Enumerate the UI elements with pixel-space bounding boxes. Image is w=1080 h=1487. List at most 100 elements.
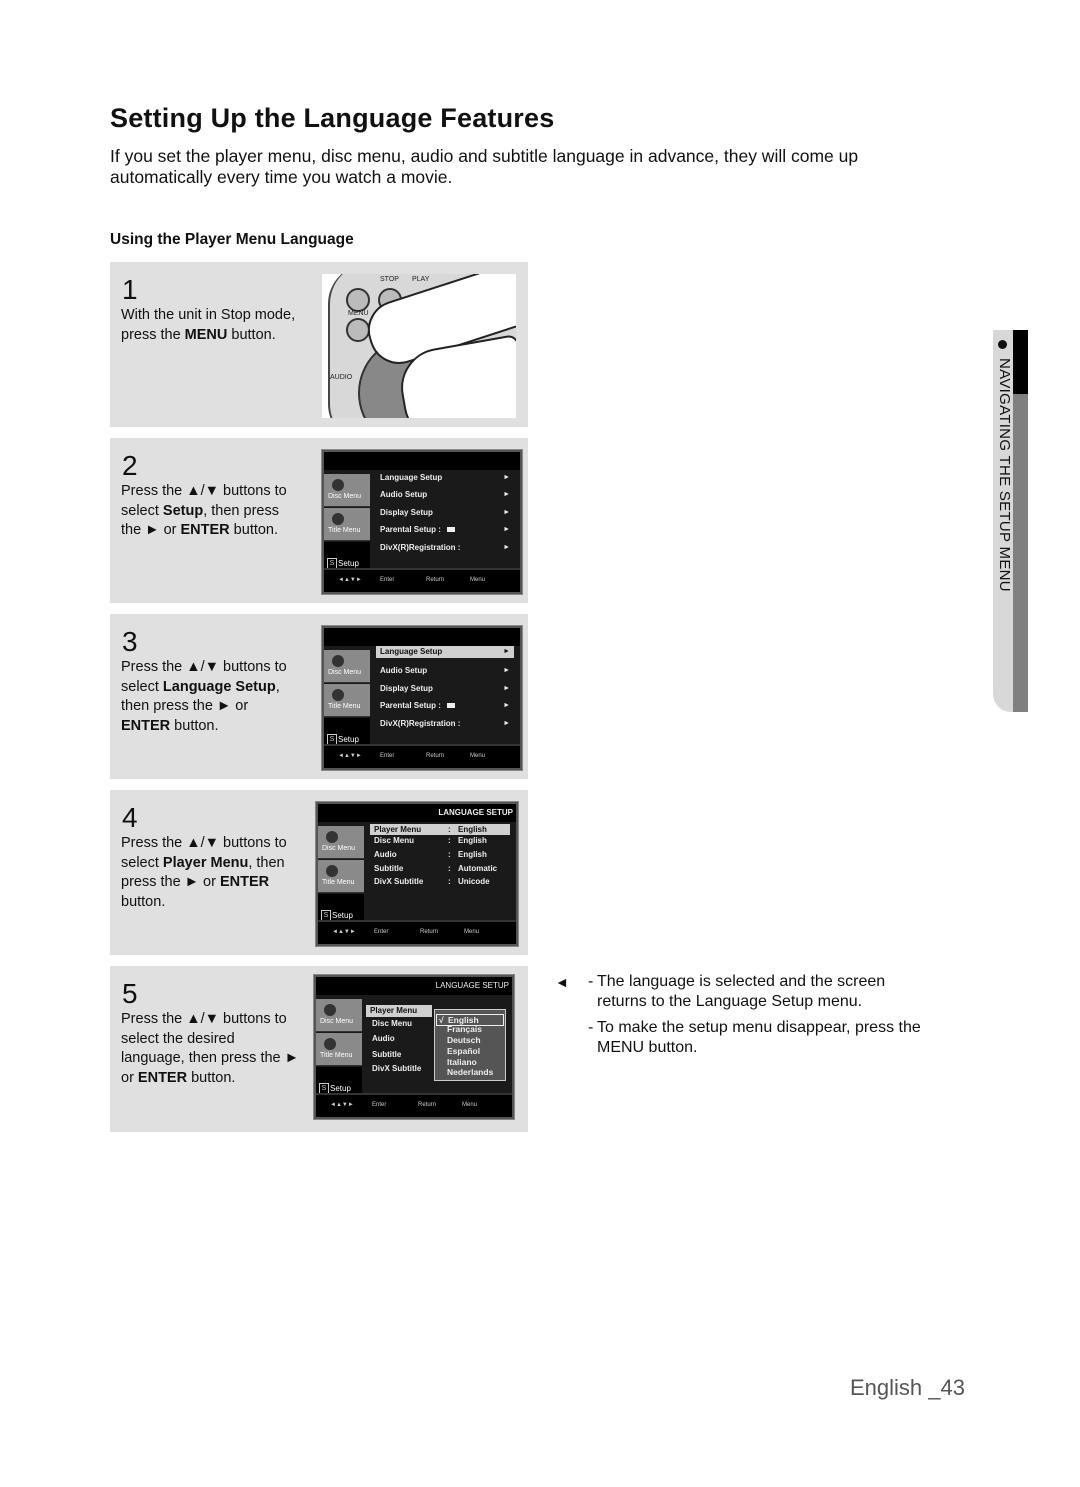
step-text: Press the ▲/▼ buttons to select the desi… bbox=[121, 1011, 300, 1086]
osd-tab-title-menu: Title Menu bbox=[324, 684, 370, 717]
step-1-panel: 1 With the unit in Stop mode, press the … bbox=[110, 262, 528, 427]
menu-item-display-setup[interactable]: Display Setup ► bbox=[376, 681, 514, 697]
arrow-left-icon: ◄ bbox=[555, 974, 569, 990]
arrow-right-icon: ► bbox=[503, 685, 510, 692]
language-option-nederlands[interactable]: Nederlands bbox=[447, 1067, 493, 1077]
menu-item-parental-setup[interactable]: Parental Setup : ► bbox=[376, 522, 514, 538]
title-icon bbox=[324, 1038, 336, 1050]
step-number: 1 bbox=[122, 274, 138, 305]
step-3-panel: 3 Press the ▲/▼ buttons to select Langua… bbox=[110, 614, 528, 779]
enter-hint: Enter bbox=[372, 1102, 387, 1108]
osd-title-bar bbox=[324, 628, 520, 646]
lock-icon bbox=[446, 527, 455, 533]
osd-title-bar: LANGUAGE SETUP bbox=[316, 977, 512, 995]
arrow-right-icon: ► bbox=[503, 544, 510, 551]
page-title: Setting Up the Language Features bbox=[110, 103, 555, 133]
language-select-screen: LANGUAGE SETUP Disc Menu Title Menu S Set… bbox=[314, 975, 514, 1119]
osd-help-bar: ◄▲▼► Enter Return Menu bbox=[324, 568, 520, 592]
language-options-popup: √ English Français Deutsch Español Italia… bbox=[434, 1009, 506, 1081]
checkmark-icon: √ bbox=[439, 1015, 444, 1025]
nav-arrows-icon: ◄▲▼► bbox=[330, 1102, 354, 1108]
page-footer: English _43 bbox=[850, 1375, 965, 1400]
osd-tab-title-menu: Title Menu bbox=[318, 860, 364, 893]
return-hint: Return bbox=[420, 929, 439, 935]
menu-item-audio-setup[interactable]: Audio Setup ► bbox=[376, 487, 514, 503]
language-setup-screen: LANGUAGE SETUP Disc Menu Title Menu S Set… bbox=[316, 802, 518, 946]
menu-item-divx-registration[interactable]: DivX(R)Registration : ► bbox=[376, 540, 514, 556]
arrow-right-icon: ► bbox=[503, 702, 510, 709]
stop-label: STOP bbox=[380, 276, 399, 283]
chapter-tab-label: NAVIGATING THE SETUP MENU bbox=[996, 358, 1013, 592]
menu-item-language-setup[interactable]: Language Setup ► bbox=[376, 470, 514, 486]
note-item: - The language is selected and the screen… bbox=[588, 973, 886, 1010]
arrow-right-icon: ► bbox=[503, 648, 510, 655]
menu-item-divx-registration[interactable]: DivX(R)Registration : ► bbox=[376, 716, 514, 732]
osd-help-bar: ◄▲▼► Enter Return Menu bbox=[324, 744, 520, 768]
enter-hint: Enter bbox=[380, 577, 395, 583]
osd-tab-title-menu: Title Menu bbox=[316, 1033, 362, 1066]
arrow-right-icon: ► bbox=[503, 667, 510, 674]
osd-tab-title-menu: Title Menu bbox=[324, 508, 370, 541]
osd-tab-disc-menu: Disc Menu bbox=[324, 474, 370, 507]
disc-icon bbox=[326, 831, 338, 843]
menu-item-parental-setup[interactable]: Parental Setup : ► bbox=[376, 698, 514, 714]
step-number: 5 bbox=[122, 978, 138, 1009]
menu-button-icon bbox=[346, 318, 370, 342]
skip-back-button-icon bbox=[346, 288, 370, 312]
remote-illustration: STOP PLAY MENU AUDIO bbox=[322, 274, 516, 418]
menu-item-audio-setup[interactable]: Audio Setup ► bbox=[376, 663, 514, 679]
bullet-icon bbox=[998, 340, 1007, 349]
step-4-panel: 4 Press the ▲/▼ buttons to select Player… bbox=[110, 790, 528, 955]
disc-icon bbox=[332, 479, 344, 491]
intro-paragraph: If you set the player menu, disc menu, a… bbox=[110, 146, 859, 187]
language-option-italiano[interactable]: Italiano bbox=[447, 1057, 477, 1067]
osd-title-bar bbox=[324, 452, 520, 470]
return-hint: Return bbox=[418, 1102, 437, 1108]
enter-hint: Enter bbox=[380, 753, 395, 759]
return-hint: Return bbox=[426, 753, 445, 759]
arrow-right-icon: ► bbox=[503, 509, 510, 516]
nav-arrows-icon: ◄▲▼► bbox=[338, 753, 362, 759]
step-number: 4 bbox=[122, 802, 138, 833]
menu-item-display-setup[interactable]: Display Setup ► bbox=[376, 505, 514, 521]
chapter-tab-stripe bbox=[1013, 394, 1028, 712]
language-option-espanol[interactable]: Español bbox=[447, 1046, 480, 1056]
osd-title-bar: LANGUAGE SETUP bbox=[318, 804, 516, 822]
step-number: 2 bbox=[122, 450, 138, 481]
setup-menu-screen: Disc Menu Title Menu S Setup Language Set… bbox=[322, 626, 522, 770]
step-2-panel: 2 Press the ▲/▼ buttons to select Setup,… bbox=[110, 438, 528, 603]
disc-icon bbox=[324, 1004, 336, 1016]
setup-menu-screen: Disc Menu Title Menu S Setup Language Set… bbox=[322, 450, 522, 594]
arrow-right-icon: ► bbox=[503, 474, 510, 481]
title-icon bbox=[326, 865, 338, 877]
osd-tab-disc-menu: Disc Menu bbox=[316, 999, 362, 1032]
language-option-deutsch[interactable]: Deutsch bbox=[447, 1035, 481, 1045]
menu-label: MENU bbox=[348, 310, 369, 317]
arrow-right-icon: ► bbox=[503, 491, 510, 498]
arrow-right-icon: ► bbox=[503, 526, 510, 533]
osd-tab-disc-menu: Disc Menu bbox=[318, 826, 364, 859]
arrow-right-icon: ► bbox=[503, 720, 510, 727]
setting-divx-subtitle[interactable]: DivX Subtitle: Unicode bbox=[370, 874, 510, 890]
step-text: With the unit in Stop mode, press the ME… bbox=[121, 307, 296, 343]
osd-help-bar: ◄▲▼► Enter Return Menu bbox=[316, 1093, 512, 1117]
enter-hint: Enter bbox=[374, 929, 389, 935]
chapter-tab-label-wrap: NAVIGATING THE SETUP MENU bbox=[993, 330, 1013, 712]
step-5-panel: 5 Press the ▲/▼ buttons to select the de… bbox=[110, 966, 528, 1132]
menu-hint: Menu bbox=[470, 753, 486, 759]
note-item: - To make the setup menu disappear, press… bbox=[588, 1019, 921, 1056]
section-subheading: Using the Player Menu Language bbox=[110, 231, 354, 248]
osd-tab-disc-menu: Disc Menu bbox=[324, 650, 370, 683]
language-option-francais[interactable]: Français bbox=[447, 1024, 482, 1034]
step-text: Press the ▲/▼ buttons to select Setup, t… bbox=[121, 483, 287, 538]
title-icon bbox=[332, 689, 344, 701]
menu-hint: Menu bbox=[470, 577, 486, 583]
nav-arrows-icon: ◄▲▼► bbox=[338, 577, 362, 583]
menu-hint: Menu bbox=[462, 1102, 478, 1108]
chapter-tab-marker bbox=[1013, 330, 1028, 394]
title-icon bbox=[332, 513, 344, 525]
return-hint: Return bbox=[426, 577, 445, 583]
menu-item-language-setup[interactable]: Language Setup ► bbox=[376, 646, 514, 658]
menu-hint: Menu bbox=[464, 929, 480, 935]
disc-icon bbox=[332, 655, 344, 667]
